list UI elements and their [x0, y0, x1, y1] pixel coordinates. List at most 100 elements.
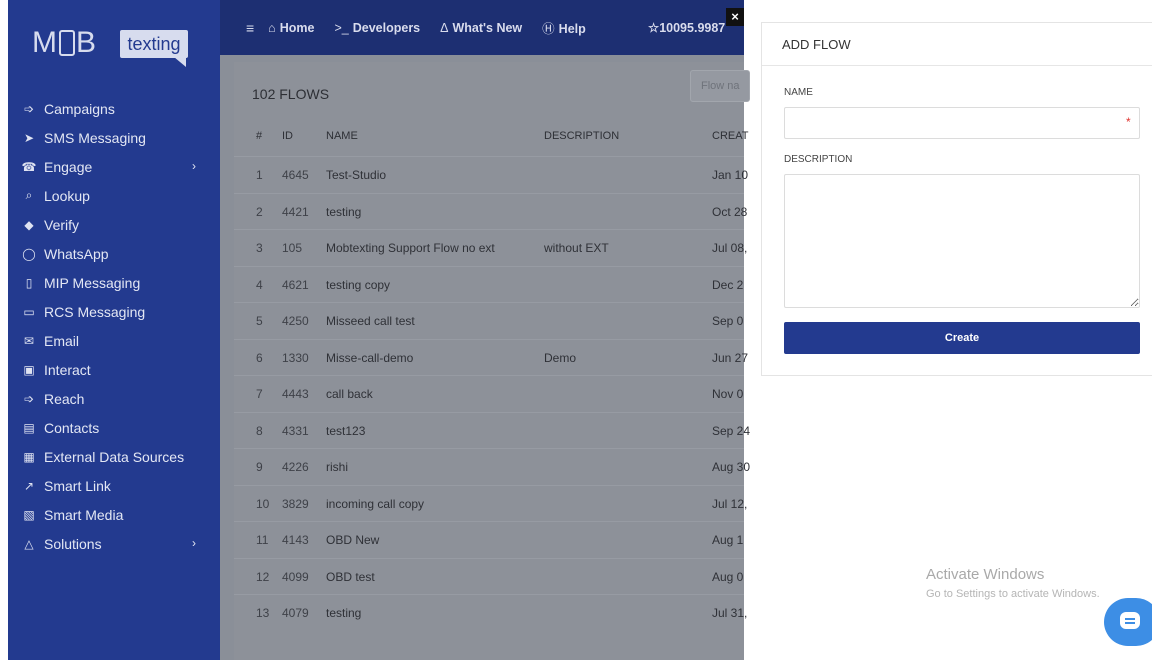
col-header-id[interactable]: ID [282, 130, 293, 142]
table-row[interactable]: 1 4645 Test-Studio Jan 10 [234, 156, 748, 193]
close-panel-button[interactable]: × [726, 8, 744, 26]
sidebar-item-mip-messaging[interactable]: ▯ MIP Messaging [8, 268, 220, 297]
sidebar-item-smart-media[interactable]: ▧ Smart Media [8, 500, 220, 529]
mobile-icon: ▯ [25, 275, 33, 290]
table-row[interactable]: 6 1330 Misse-call-demo Demo Jun 27 [234, 338, 748, 376]
credit-balance[interactable]: ☆10095.9987 [648, 20, 725, 35]
cell-id: 4621 [282, 277, 309, 292]
table-row[interactable]: 5 4250 Misseed call test Sep 0 [234, 302, 744, 339]
table-row[interactable]: 2 4421 testing Oct 28 [234, 192, 748, 230]
sidebar-item-external-data-sources[interactable]: ▦ External Data Sources [8, 442, 220, 471]
warning-icon: △ [24, 536, 34, 551]
sidebar-item-engage[interactable]: ☎ Engage › [8, 152, 220, 181]
cell-name: test123 [326, 423, 366, 438]
flow-name-input[interactable] [784, 107, 1140, 139]
sidebar-item-label: Smart Media [44, 506, 124, 523]
sidebar-item-label: Interact [44, 361, 91, 378]
name-label: NAME [784, 87, 813, 98]
sidebar-item-solutions[interactable]: △ Solutions › [8, 529, 220, 558]
cell-created: Aug 30 [712, 460, 751, 474]
col-header-created[interactable]: CREAT [712, 130, 748, 142]
cell-created: Jun 27 [712, 350, 749, 365]
cell-num: 4 [256, 277, 263, 292]
sidebar-item-label: Smart Link [44, 477, 111, 494]
sidebar-item-smart-link[interactable]: ↗ Smart Link [8, 471, 220, 500]
table-row[interactable]: 11 4143 OBD New Aug 1 [234, 521, 744, 558]
cell-created: Oct 28 [712, 204, 748, 219]
cell-num: 13 [256, 606, 270, 620]
cell-name: Misseed call test [326, 314, 415, 328]
cell-id: 4443 [282, 387, 309, 401]
sidebar-item-label: RCS Messaging [44, 303, 146, 320]
flows-table-body: 1 4645 Test-Studio Jan 10 2 4421 testing Oct 28… [234, 156, 750, 631]
sidebar-item-campaigns[interactable]: ➩ Campaigns [8, 94, 220, 123]
cell-name: testing [326, 606, 362, 620]
table-row[interactable]: 3 105 Mobtexting Support Flow no ext withou… [234, 229, 748, 266]
cell-name: rishi [326, 460, 349, 474]
col-header-description[interactable]: DESCRIPTION [544, 130, 619, 142]
table-row[interactable]: 7 4443 call back Nov 0 [234, 375, 744, 412]
nav-home-label: Home [279, 20, 315, 35]
nav-help[interactable]: Ⓗ Help [542, 18, 586, 37]
image-icon: ▧ [23, 507, 35, 522]
chat-widget-button[interactable] [1104, 598, 1152, 646]
cell-num: 1 [256, 168, 263, 182]
cell-num: 5 [256, 314, 263, 328]
mobtexting-logo[interactable]: MB texting [32, 20, 202, 74]
flows-card: 102 FLOWS Flow na # ID NAME DESCRIPTION … [234, 62, 750, 660]
sidebar-item-rcs-messaging[interactable]: ▭ RCS Messaging [8, 297, 220, 326]
panel-title: ADD FLOW [782, 37, 851, 52]
contacts-icon: ▤ [23, 420, 35, 435]
panel-divider [762, 65, 1152, 66]
cell-description: without EXT [544, 241, 609, 255]
cell-created: Jul 31, [712, 606, 748, 620]
nav-whats-new[interactable]: Δ What's New [440, 21, 522, 35]
cell-id: 4421 [282, 204, 309, 219]
sidebar-item-contacts[interactable]: ▤ Contacts [8, 413, 220, 442]
logo-tag: texting [120, 30, 188, 58]
cell-name: Mobtexting Support Flow no ext [326, 241, 495, 255]
cell-id: 3829 [282, 496, 309, 511]
table-row[interactable]: 12 4099 OBD test Aug 0 [234, 557, 744, 595]
sidebar-item-label: Verify [44, 216, 80, 233]
cell-num: 12 [256, 569, 270, 584]
col-header-num[interactable]: # [256, 130, 262, 142]
sidebar-item-lookup[interactable]: ⌕ Lookup [8, 181, 220, 210]
sidebar-item-verify[interactable]: ◆ Verify [8, 210, 220, 239]
cell-name: testing copy [326, 277, 391, 292]
nav-developers[interactable]: >_ Developers [334, 21, 420, 35]
hamburger-menu-icon[interactable]: ≡ [246, 20, 254, 36]
logo-wordmark: MB [32, 26, 97, 60]
sidebar-item-label: Contacts [44, 419, 100, 436]
flow-description-textarea[interactable] [784, 174, 1140, 308]
nav-whats-new-label: What's New [452, 20, 523, 35]
cell-id: 4250 [282, 314, 309, 328]
sidebar-item-interact[interactable]: ▣ Interact [8, 355, 220, 384]
sidebar-item-email[interactable]: ✉ Email [8, 326, 220, 355]
cell-id: 105 [282, 241, 303, 255]
table-row[interactable]: 9 4226 rishi Aug 30 [234, 448, 750, 485]
create-button[interactable]: Create [784, 322, 1140, 354]
table-row[interactable]: 13 4079 testing Jul 31, [234, 594, 748, 631]
sidebar-item-whatsapp[interactable]: ◯ WhatsApp [8, 239, 220, 268]
table-row[interactable]: 4 4621 testing copy Dec 2 [234, 265, 744, 303]
sidebar-item-reach[interactable]: ➩ Reach [8, 384, 220, 413]
flow-name-filter-input[interactable]: Flow na [690, 70, 750, 102]
cell-name: Misse-call-demo [326, 350, 414, 365]
bullhorn-icon: ➩ [23, 391, 35, 406]
envelope-icon: ✉ [23, 333, 35, 348]
logo-letter-b: B [76, 26, 98, 59]
cell-created: Jul 08, [712, 241, 748, 255]
sidebar-item-sms-messaging[interactable]: ➤ SMS Messaging [8, 123, 220, 152]
activate-windows-title: Activate Windows [926, 566, 1045, 583]
table-row[interactable]: 8 4331 test123 Sep 24 [234, 411, 750, 449]
nav-home[interactable]: ⌂ Home [268, 21, 314, 35]
sidebar-item-label: MIP Messaging [44, 274, 141, 291]
cell-created: Jul 12, [712, 496, 748, 511]
flows-table-header: # ID NAME DESCRIPTION CREAT [234, 130, 748, 156]
col-header-name[interactable]: NAME [326, 130, 358, 142]
cell-num: 6 [256, 350, 263, 365]
description-label: DESCRIPTION [784, 154, 853, 165]
cell-num: 9 [256, 460, 263, 474]
table-row[interactable]: 10 3829 incoming call copy Jul 12, [234, 484, 748, 522]
